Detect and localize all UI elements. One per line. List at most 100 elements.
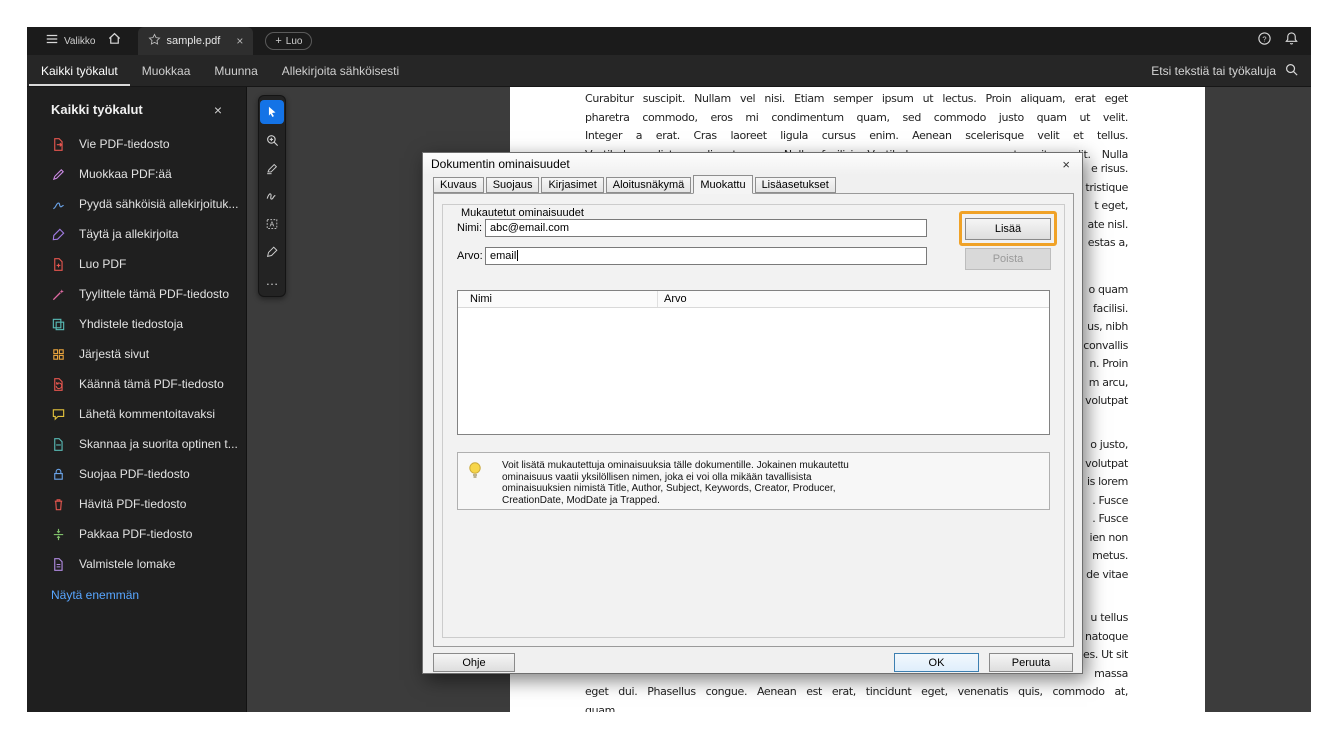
request-signatures-icon — [51, 196, 67, 212]
dialog-tab-muokattu[interactable]: Muokattu — [693, 175, 753, 194]
dialog-titlebar[interactable]: Dokumentin ominaisuudet × — [423, 153, 1082, 175]
dialog-tab-lisaasetukset[interactable]: Lisäasetukset — [754, 177, 836, 193]
ok-button[interactable]: OK — [894, 653, 979, 672]
sidebar-item-prepare-form[interactable]: Valmistele lomake — [27, 549, 246, 579]
add-button[interactable]: Lisää — [965, 218, 1051, 240]
sidebar-item-label: Yhdistele tiedostoja — [79, 317, 184, 331]
sidebar-item-sanitize-pdf[interactable]: Hävitä PDF-tiedosto — [27, 489, 246, 519]
sign-tool[interactable] — [260, 240, 284, 264]
value-label: Arvo: — [457, 250, 483, 262]
sidebar-item-label: Pakkaa PDF-tiedosto — [79, 527, 193, 541]
document-line: pharetra commodo, eros mi condimentum qu… — [585, 110, 1128, 124]
search-icon — [1284, 62, 1299, 80]
sidebar-item-send-for-comments[interactable]: Lähetä kommentoitavaksi — [27, 399, 246, 429]
select-text-icon: A — [266, 219, 278, 229]
nav-tab-esign[interactable]: Allekirjoita sähköisesti — [270, 55, 411, 86]
name-input[interactable]: abc@email.com — [485, 219, 927, 237]
search-label: Etsi tekstiä tai työkaluja — [1151, 63, 1276, 78]
new-tab-label: Luo — [285, 35, 303, 47]
sidebar-item-protect-pdf[interactable]: Suojaa PDF-tiedosto — [27, 459, 246, 489]
sidebar-title: Kaikki työkalut — [51, 102, 143, 117]
dialog-tab-kirjasimet[interactable]: Kirjasimet — [541, 177, 604, 193]
select-text-tool[interactable]: A — [260, 212, 284, 236]
prepare-form-icon — [51, 556, 67, 572]
sidebar-item-label: Vie PDF-tiedosto — [79, 137, 170, 151]
nav-tab-all-tools[interactable]: Kaikki työkalut — [29, 55, 130, 86]
sidebar-close-icon[interactable]: × — [214, 103, 222, 117]
edit-pdf-icon — [51, 166, 67, 182]
help-button-dialog[interactable]: Ohje — [433, 653, 515, 672]
compress-pdf-icon — [51, 526, 67, 542]
select-tool[interactable] — [260, 100, 284, 124]
sidebar-item-label: Lähetä kommentoitavaksi — [79, 407, 216, 421]
sidebar-item-label: Luo PDF — [79, 257, 127, 271]
dialog-close-icon[interactable]: × — [1058, 157, 1074, 172]
sidebar-item-label: Skannaa ja suorita optinen t... — [79, 437, 238, 451]
document-properties-dialog: Dokumentin ominaisuudet × Kuvaus Suojaus… — [422, 152, 1083, 674]
dialog-tab-aloitusnakyma[interactable]: Aloitusnäkymä — [605, 177, 692, 193]
pen-nib-icon — [266, 246, 278, 258]
show-more-link[interactable]: Näytä enemmän — [27, 579, 246, 611]
name-input-value: abc@email.com — [490, 222, 570, 234]
scan-ocr-icon — [51, 436, 67, 452]
notifications-button[interactable] — [1284, 31, 1299, 51]
dialog-tab-panel: Mukautetut ominaisuudet Nimi: abc@email.… — [433, 193, 1074, 647]
menu-label: Valikko — [64, 35, 96, 47]
help-button[interactable]: ? — [1257, 31, 1272, 51]
dialog-tab-kuvaus[interactable]: Kuvaus — [433, 177, 484, 193]
dialog-tab-suojaus[interactable]: Suojaus — [485, 177, 540, 193]
sidebar-item-style-pdf[interactable]: Tyylittele tämä PDF-tiedosto — [27, 279, 246, 309]
sidebar-item-organize-pages[interactable]: Järjestä sivut — [27, 339, 246, 369]
nav-tab-convert[interactable]: Muunna — [202, 55, 269, 86]
translate-pdf-icon — [51, 376, 67, 392]
fill-sign-icon — [51, 226, 67, 242]
sidebar-item-combine-files[interactable]: Yhdistele tiedostoja — [27, 309, 246, 339]
sidebar-item-label: Muokkaa PDF:ää — [79, 167, 172, 181]
dialog-tabs: Kuvaus Suojaus Kirjasimet Aloitusnäkymä … — [433, 175, 838, 194]
quick-tools-toolbar: A … — [258, 95, 286, 297]
home-icon — [107, 31, 122, 51]
sidebar-item-fill-sign[interactable]: Täytä ja allekirjoita — [27, 219, 246, 249]
highlight-tool[interactable] — [260, 156, 284, 180]
zoom-tool[interactable] — [260, 128, 284, 152]
sidebar-item-label: Käännä tämä PDF-tiedosto — [79, 377, 224, 391]
document-tab[interactable]: sample.pdf × — [137, 27, 254, 55]
sidebar-item-request-signatures[interactable]: Pyydä sähköisiä allekirjoituk... — [27, 189, 246, 219]
nav-tab-edit[interactable]: Muokkaa — [130, 55, 203, 86]
draw-tool[interactable] — [260, 184, 284, 208]
sidebar-item-label: Pyydä sähköisiä allekirjoituk... — [79, 197, 239, 211]
highlighter-icon — [267, 163, 278, 175]
document-line: Curabitur suscipit. Nullam vel nisi. Eti… — [585, 92, 1128, 105]
draw-icon — [266, 193, 276, 200]
sidebar-item-create-pdf[interactable]: Luo PDF — [27, 249, 246, 279]
sidebar-item-translate-pdf[interactable]: Käännä tämä PDF-tiedosto — [27, 369, 246, 399]
column-header-value[interactable]: Arvo — [658, 291, 1049, 307]
sidebar-item-edit-pdf[interactable]: Muokkaa PDF:ää — [27, 159, 246, 189]
create-pdf-icon — [51, 256, 67, 272]
menu-button[interactable]: Valikko — [39, 27, 102, 55]
sidebar-item-scan-ocr[interactable]: Skannaa ja suorita optinen t... — [27, 429, 246, 459]
combine-files-icon — [51, 316, 67, 332]
info-box: Voit lisätä mukautettuja ominaisuuksia t… — [457, 452, 1050, 510]
more-tools-button[interactable]: … — [260, 268, 284, 292]
properties-table[interactable]: Nimi Arvo — [457, 290, 1050, 435]
cancel-button[interactable]: Peruuta — [989, 653, 1073, 672]
remove-button[interactable]: Poista — [965, 248, 1051, 270]
protect-pdf-icon — [51, 466, 67, 482]
search-button[interactable]: Etsi tekstiä tai työkaluja — [1151, 62, 1311, 80]
new-tab-button[interactable]: + Luo — [265, 32, 313, 50]
sidebar-item-export-pdf[interactable]: Vie PDF-tiedosto — [27, 129, 246, 159]
sidebar-item-label: Tyylittele tämä PDF-tiedosto — [79, 287, 230, 301]
value-input[interactable]: email — [485, 247, 927, 265]
sidebar-item-compress-pdf[interactable]: Pakkaa PDF-tiedosto — [27, 519, 246, 549]
value-input-value: email — [490, 250, 517, 262]
acrobat-window: Valikko sample.pdf × + Luo ? Kaikki työk… — [27, 27, 1311, 712]
topbar-right: ? — [1257, 31, 1311, 51]
help-icon: ? — [1258, 32, 1271, 45]
tab-close-icon[interactable]: × — [236, 35, 243, 47]
column-header-name[interactable]: Nimi — [458, 291, 658, 307]
document-line: quam. — [585, 703, 619, 713]
document-line: eget dui. Phasellus congue. Aenean est e… — [585, 685, 1128, 698]
home-button[interactable] — [102, 27, 128, 55]
properties-table-header: Nimi Arvo — [458, 291, 1049, 308]
